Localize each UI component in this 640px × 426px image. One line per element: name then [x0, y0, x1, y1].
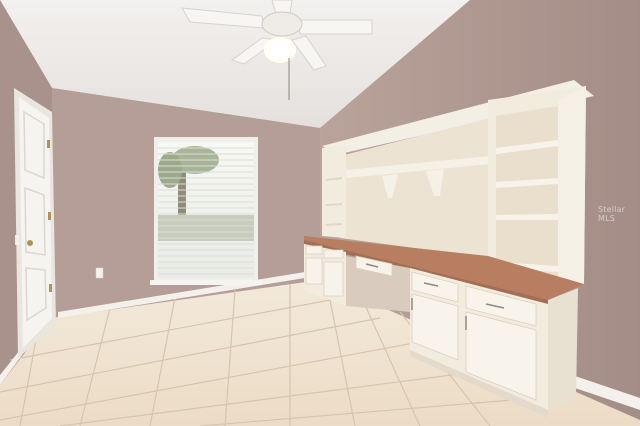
window-sill [150, 280, 262, 285]
door-hinge-icon [47, 140, 50, 148]
desk-left-door[interactable] [305, 257, 323, 285]
wall-outlet [95, 267, 104, 279]
door-knob-icon[interactable] [27, 240, 33, 246]
mls-watermark: Stellar MLS [598, 205, 626, 223]
desk-left-door[interactable] [323, 261, 344, 297]
desk-left-drawer-2[interactable] [323, 249, 344, 259]
room-photo: Stellar MLS [0, 0, 640, 426]
fan-blade [297, 19, 373, 35]
hutch-right-interior [496, 106, 558, 278]
desk-left-drawer-1[interactable] [305, 245, 323, 255]
door-hinge-icon [48, 212, 51, 220]
hutch-right-side [558, 86, 586, 284]
door-hinge-icon [49, 284, 52, 292]
room-illustration [0, 0, 640, 426]
light-switch[interactable] [15, 235, 19, 245]
fan-motor-housing [261, 11, 303, 37]
desk-right-cabinet-side [548, 288, 578, 410]
